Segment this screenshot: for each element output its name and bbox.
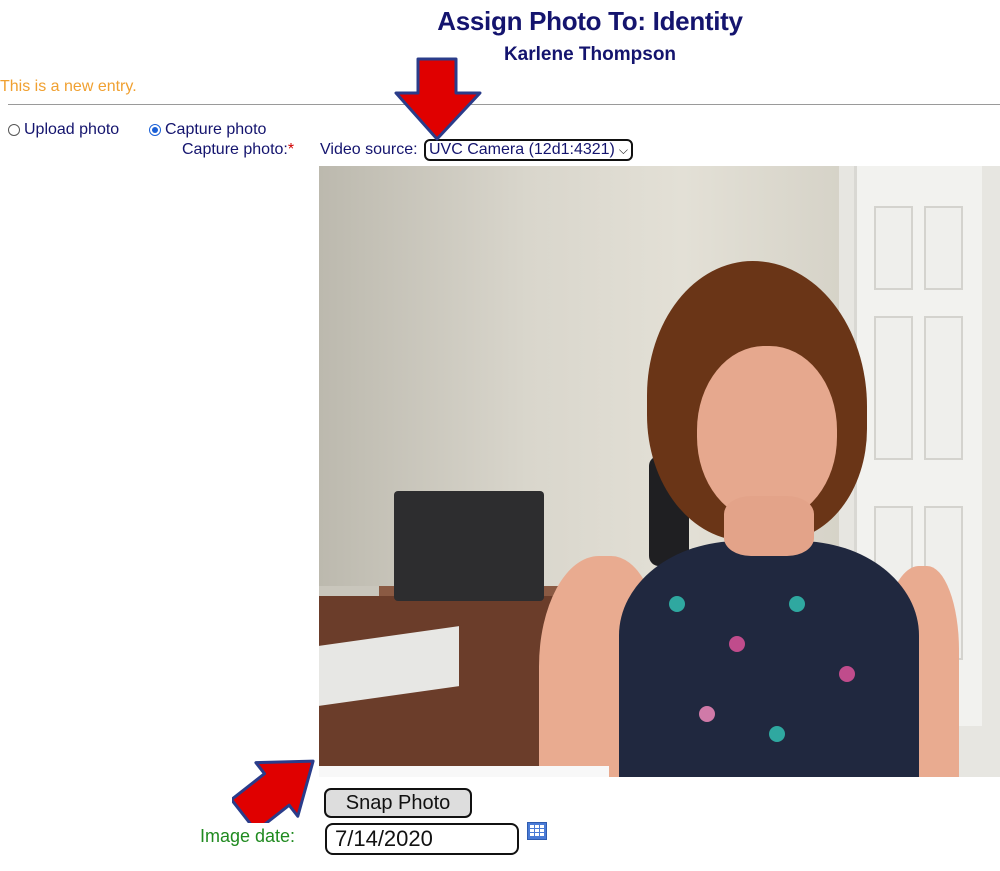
capture-label-text: Capture photo: xyxy=(182,141,288,158)
capture-photo-label: Capture photo xyxy=(165,121,267,138)
down-arrow-icon xyxy=(394,57,482,141)
identity-name: Karlene Thompson xyxy=(503,44,677,65)
divider xyxy=(8,104,1000,105)
snap-photo-button[interactable]: Snap Photo xyxy=(324,788,472,818)
chevron-down-icon: ⌵ xyxy=(618,142,628,157)
video-source-value: UVC Camera (12d1:4321) xyxy=(429,141,615,158)
required-marker: * xyxy=(287,141,295,158)
new-entry-status: This is a new entry. xyxy=(0,78,137,95)
image-date-label: Image date: xyxy=(200,826,296,846)
calendar-icon[interactable] xyxy=(527,822,547,840)
video-source-select[interactable]: UVC Camera (12d1:4321) ⌵ xyxy=(424,139,633,161)
capture-photo-radio[interactable] xyxy=(149,124,161,136)
image-date-input[interactable]: 7/14/2020 xyxy=(325,823,519,855)
capture-photo-field-label: Capture photo:* xyxy=(182,141,294,159)
capture-photo-option[interactable]: Capture photo xyxy=(149,121,266,139)
video-source-label: Video source: xyxy=(320,141,418,158)
page-title: Assign Photo To: Identity xyxy=(437,6,743,36)
camera-preview xyxy=(319,166,1000,777)
upload-photo-radio[interactable] xyxy=(8,124,20,136)
upload-photo-option[interactable]: Upload photo xyxy=(8,121,119,139)
right-arrow-icon xyxy=(232,759,315,823)
upload-photo-label: Upload photo xyxy=(24,121,120,138)
